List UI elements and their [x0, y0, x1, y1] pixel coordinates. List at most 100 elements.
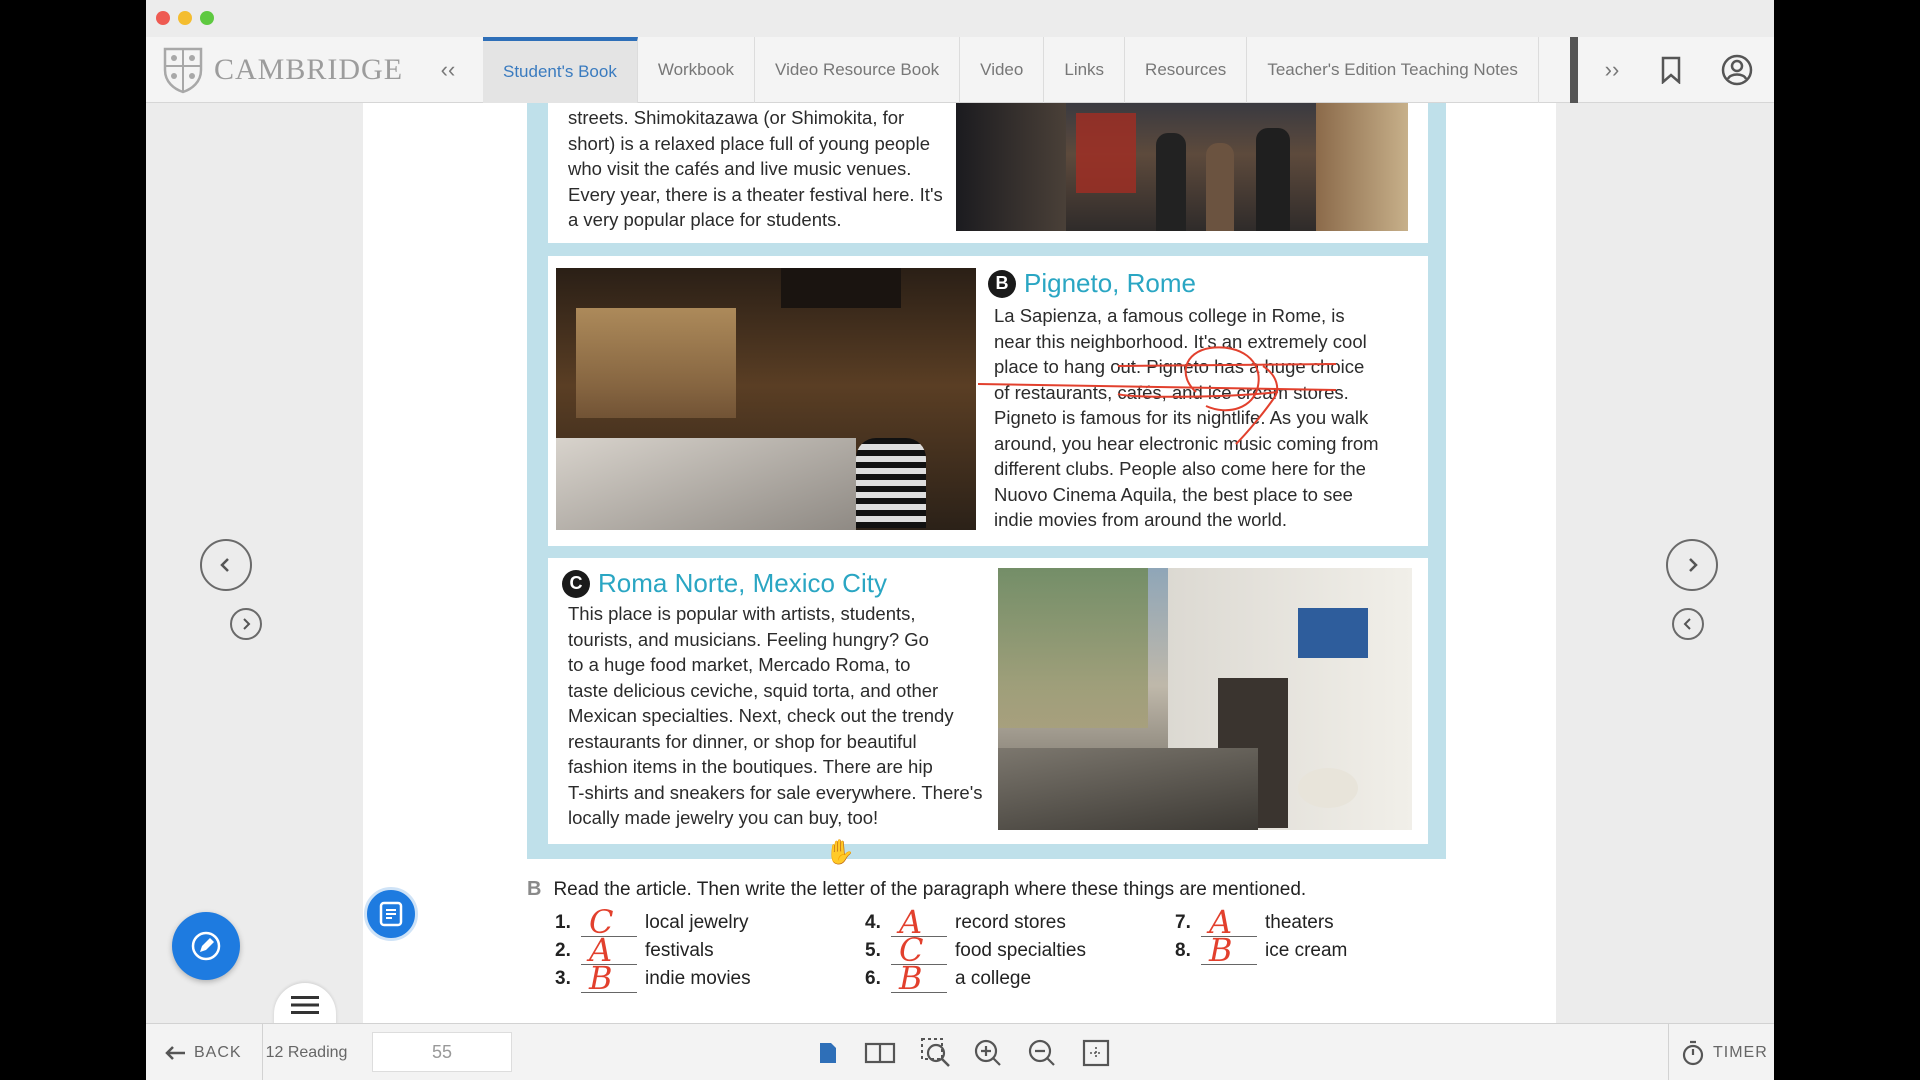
tabs-scroll-right-button[interactable]: ›› — [1582, 37, 1642, 103]
notes-button[interactable] — [364, 887, 418, 941]
shimokitazawa-street-photo — [956, 103, 1408, 231]
menu-button[interactable] — [274, 983, 336, 1027]
minimize-window-button[interactable] — [178, 11, 192, 25]
paragraph-c-line: to a huge food market, Mercado Roma, to — [568, 654, 911, 675]
hamburger-menu-icon — [291, 996, 319, 1014]
tab-students-book[interactable]: Student's Book — [483, 37, 638, 103]
cambridge-logo: CAMBRIDGE — [162, 45, 403, 95]
answer-blank[interactable]: B — [1201, 931, 1257, 969]
annotate-fab[interactable] — [172, 912, 240, 980]
tab-links[interactable]: Links — [1044, 37, 1126, 103]
paragraph-b-panel: B Pigneto, Rome La Sapienza, a famous co… — [548, 256, 1428, 546]
paragraph-c-line: tourists, and musicians. Feeling hungry?… — [568, 628, 929, 650]
profile-button[interactable] — [1710, 37, 1764, 103]
close-window-button[interactable] — [156, 11, 170, 25]
item-number: 8. — [1175, 940, 1191, 961]
paragraph-b-title: Pigneto, Rome — [1024, 268, 1196, 298]
article-panels: streets. Shimokitazawa (or Shimokita, fo… — [527, 103, 1446, 859]
brand-name: CAMBRIDGE — [214, 53, 404, 86]
item-text: food specialties — [955, 940, 1086, 961]
item-number: 1. — [555, 912, 571, 933]
timer-button[interactable]: TIMER — [1668, 1024, 1768, 1080]
zoom-out-button[interactable] — [1022, 1024, 1062, 1080]
back-button[interactable]: BACK — [164, 1024, 242, 1080]
user-icon — [1721, 54, 1753, 86]
fit-screen-icon — [1082, 1039, 1110, 1066]
book-page: streets. Shimokitazawa (or Shimokita, fo… — [363, 103, 1556, 1023]
answer-blank[interactable]: B — [581, 959, 637, 997]
item-number: 2. — [555, 940, 571, 961]
pigneto-cafe-photo — [556, 268, 976, 530]
handwritten-answer: B — [589, 959, 613, 997]
previous-page-button[interactable] — [200, 539, 252, 591]
top-navigation: CAMBRIDGE ‹‹ Student's Book Workbook Vid… — [146, 37, 1774, 103]
item-number: 7. — [1175, 912, 1191, 933]
paragraph-c-line: This place is popular with artists, stud… — [568, 603, 916, 624]
bottom-toolbar: BACK 12 Reading 55 TIMER — [146, 1023, 1774, 1080]
bookmark-button[interactable] — [1644, 37, 1698, 103]
tab-video-resource-book[interactable]: Video Resource Book — [755, 37, 961, 103]
chevron-left-icon — [220, 558, 229, 572]
paragraph-c-heading: C Roma Norte, Mexico City — [562, 568, 887, 599]
zoom-area-icon — [921, 1037, 950, 1067]
tab-video[interactable]: Video — [960, 37, 1045, 103]
page-number-field[interactable]: 55 — [372, 1032, 512, 1072]
zoom-window-button[interactable] — [200, 11, 214, 25]
exercise-item: 2. Afestivals — [555, 931, 751, 969]
handwritten-annotation — [978, 346, 1337, 445]
paragraph-c-badge: C — [562, 569, 590, 598]
pencil-icon — [191, 931, 221, 961]
exercise-item: 1. Clocal jewelry — [555, 903, 751, 941]
double-page-icon — [864, 1042, 896, 1063]
double-page-view-button[interactable] — [860, 1024, 900, 1080]
tabs-divider — [1570, 37, 1578, 103]
single-page-view-button[interactable] — [810, 1024, 846, 1080]
item-text: theaters — [1265, 912, 1334, 933]
handwritten-answer: B — [1209, 931, 1233, 969]
paragraph-c-line: fashion items in the boutiques. There ar… — [568, 756, 933, 777]
timer-label: TIMER — [1713, 1043, 1768, 1061]
chevron-left-icon — [1683, 618, 1691, 630]
cambridge-shield-icon — [163, 47, 203, 94]
fullscreen-button[interactable] — [1076, 1024, 1116, 1080]
paragraph-b-line: indie movies from around the world. — [994, 509, 1288, 530]
zoom-out-icon — [1028, 1039, 1055, 1066]
zoom-in-button[interactable] — [968, 1024, 1008, 1080]
back-label: BACK — [194, 1043, 242, 1061]
item-number: 3. — [555, 968, 571, 989]
paragraph-b-line: different clubs. People also come here f… — [994, 458, 1366, 479]
pan-cursor: ✋ — [825, 839, 855, 866]
notes-icon — [379, 901, 403, 927]
next-page-button[interactable] — [1666, 539, 1718, 591]
zoom-fit-button[interactable] — [916, 1024, 956, 1080]
paragraph-c-line: restaurants for dinner, or shop for beau… — [568, 730, 917, 752]
zoom-in-icon — [974, 1039, 1001, 1066]
paragraph-c-panel: C Roma Norte, Mexico City This place is … — [548, 558, 1428, 844]
item-text: record stores — [955, 912, 1066, 933]
item-number: 5. — [865, 940, 881, 961]
next-small-button[interactable] — [1672, 608, 1704, 640]
tab-teachers-edition-notes[interactable]: Teacher's Edition Teaching Notes — [1247, 37, 1539, 103]
tab-resources[interactable]: Resources — [1125, 37, 1248, 103]
answer-blank[interactable]: B — [891, 959, 947, 997]
exercise-letter: B — [527, 878, 542, 900]
item-number: 4. — [865, 912, 881, 933]
exercise-item: 7. Atheaters — [1175, 903, 1347, 941]
exercise-instruction: Read the article. Then write the letter … — [553, 878, 1307, 900]
app-window: CAMBRIDGE ‹‹ Student's Book Workbook Vid… — [146, 0, 1774, 1080]
item-text: a college — [955, 968, 1032, 989]
tab-workbook[interactable]: Workbook — [638, 37, 756, 103]
paragraph-b-line: Nuovo Cinema Aquila, the best place to s… — [994, 483, 1353, 505]
arrow-left-icon — [165, 1045, 185, 1060]
paragraph-c-line: locally made jewelry you can buy, too! — [568, 807, 879, 828]
roma-norte-street-photo — [998, 568, 1412, 830]
previous-small-button[interactable] — [230, 608, 262, 640]
paragraph-c-title: Roma Norte, Mexico City — [598, 568, 887, 598]
item-text: festivals — [645, 940, 714, 961]
exercise-b: B Read the article. Then write the lette… — [527, 878, 1446, 1009]
item-text: local jewelry — [645, 912, 749, 933]
paragraph-c-line: taste delicious ceviche, squid torta, an… — [568, 679, 939, 701]
unit-label: 12 Reading — [262, 1024, 350, 1080]
bookmark-icon — [1661, 56, 1681, 84]
tabs-scroll-left-button[interactable]: ‹‹ — [413, 37, 483, 103]
